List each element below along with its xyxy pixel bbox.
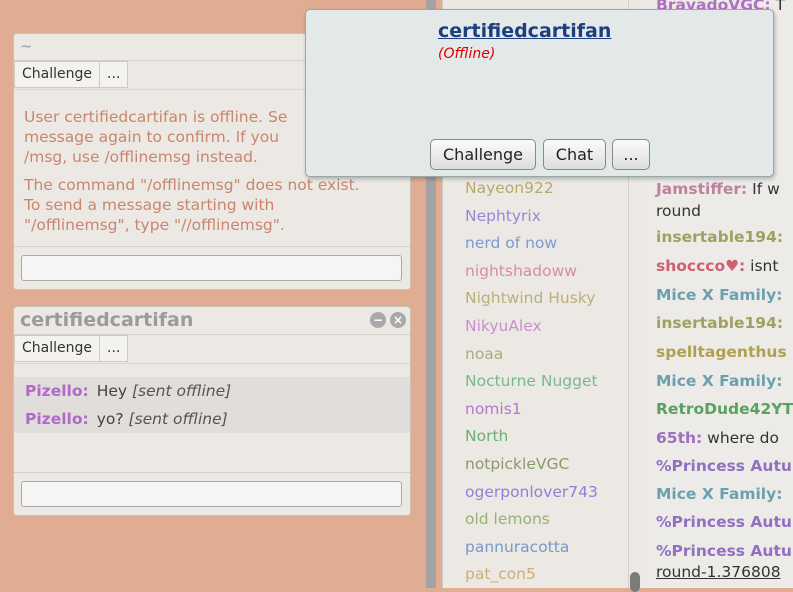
chat-line: shoccco♥: isnt: [656, 257, 778, 275]
chat-button[interactable]: Chat: [543, 139, 606, 170]
pm-input-area: [14, 472, 410, 515]
chat-text: round: [656, 202, 702, 220]
chat-text: If w: [747, 180, 780, 198]
chat-line: %Princess Autu: [656, 457, 792, 475]
popup-username[interactable]: certifiedcartifan: [438, 20, 611, 42]
pm-message-log: Pizello: Hey [sent offline] Pizello: yo? […: [14, 363, 410, 475]
challenge-button[interactable]: Challenge: [430, 139, 536, 170]
chat-username[interactable]: %Princess Autu: [656, 542, 792, 560]
chat-username[interactable]: 65th:: [656, 429, 702, 447]
challenge-button[interactable]: Challenge: [14, 335, 100, 362]
chat-line: round: [656, 202, 701, 220]
chat-line: %Princess Autu: [656, 513, 792, 531]
chat-username[interactable]: Pizello:: [25, 410, 89, 428]
user-list-item[interactable]: Nephtyrix: [443, 203, 629, 231]
chat-username[interactable]: Mice X Family:: [656, 372, 782, 390]
chat-text: Hey [sent offline]: [96, 382, 232, 400]
chat-text: isnt: [745, 257, 779, 275]
popup-status: (Offline): [438, 46, 496, 62]
chat-username[interactable]: shoccco♥:: [656, 257, 745, 275]
pm-message-input[interactable]: [21, 481, 402, 507]
pm-window-username[interactable]: certifiedcartifan: [20, 309, 193, 331]
chat-text: round-1.376808: [656, 563, 781, 581]
system-message-line: To send a message starting with: [24, 196, 275, 214]
user-list-item[interactable]: Nayeon922: [443, 175, 629, 203]
close-icon[interactable]: ×: [390, 312, 406, 328]
system-message-line: The command "/offlinemsg" does not exist…: [24, 176, 360, 194]
chat-text: yo? [sent offline]: [96, 410, 228, 428]
scrollbar-thumb[interactable]: [630, 572, 640, 592]
sent-offline-note: [sent offline]: [128, 410, 228, 428]
pm-window-controls: − ×: [370, 312, 406, 328]
chat-text: where do: [702, 429, 779, 447]
user-list-item[interactable]: NikyuAlex: [443, 313, 629, 341]
chat-line: round-1.376808: [656, 563, 781, 581]
chat-username[interactable]: Mice X Family:: [656, 485, 782, 503]
user-list-item[interactable]: North: [443, 423, 629, 451]
chat-username[interactable]: insertable194:: [656, 228, 783, 246]
chat-line: Jamstiffer: If w: [656, 180, 780, 198]
user-list-item[interactable]: pat_con5: [443, 561, 629, 589]
chat-line: insertable194:: [656, 228, 783, 246]
system-message-line: "/offlinemsg", type "//offlinemsg".: [24, 216, 285, 234]
chat-username[interactable]: Jamstiffer:: [656, 180, 747, 198]
chat-line: spelltagenthus: [656, 343, 787, 361]
more-button[interactable]: ...: [99, 335, 129, 362]
chat-username[interactable]: Mice X Family:: [656, 286, 782, 304]
chat-line: %Princess Autu: [656, 542, 792, 560]
user-list-item[interactable]: Nocturne Nugget: [443, 368, 629, 396]
user-list-item[interactable]: nightshadoww: [443, 258, 629, 286]
chat-username[interactable]: %Princess Autu: [656, 513, 792, 531]
chat-username[interactable]: Pizello:: [25, 382, 89, 400]
chat-message: Pizello: Hey [sent offline]: [14, 377, 410, 405]
pm-window-title: certifiedcartifan − ×: [14, 307, 410, 334]
user-list-item[interactable]: noaa: [443, 341, 629, 369]
more-button[interactable]: ...: [612, 139, 650, 170]
minimize-icon[interactable]: −: [370, 312, 386, 328]
user-list-item[interactable]: notpickleVGC: [443, 451, 629, 479]
sent-offline-note: [sent offline]: [132, 382, 232, 400]
challenge-button[interactable]: Challenge: [14, 61, 100, 88]
user-list-item[interactable]: pannuracotta: [443, 534, 629, 562]
chat-message: Pizello: yo? [sent offline]: [14, 405, 410, 433]
user-list-item[interactable]: ogerponlover743: [443, 479, 629, 507]
pm-input-area: [14, 246, 410, 289]
chat-line: RetroDude42YT: [656, 400, 793, 418]
chat-line: insertable194:: [656, 314, 783, 332]
user-popup: certifiedcartifan (Offline) Challenge Ch…: [305, 9, 774, 177]
pm-window-certifiedcartifan: certifiedcartifan − × Challenge ... Pize…: [13, 306, 411, 516]
chat-username[interactable]: RetroDude42YT: [656, 400, 793, 418]
pm-button-bar: Challenge ...: [14, 334, 410, 363]
chat-username[interactable]: insertable194:: [656, 314, 783, 332]
chat-username[interactable]: spelltagenthus: [656, 343, 787, 361]
chat-line: 65th: where do: [656, 429, 779, 447]
chat-line: Mice X Family:: [656, 286, 782, 304]
more-button[interactable]: ...: [99, 61, 129, 88]
system-message: The command "/offlinemsg" does not exist…: [14, 175, 410, 235]
pm-message-input[interactable]: [21, 255, 402, 281]
user-list-item[interactable]: Nightwind Husky: [443, 285, 629, 313]
chat-username[interactable]: %Princess Autu: [656, 457, 792, 475]
user-list-item[interactable]: nerd of now: [443, 230, 629, 258]
user-list-items: Nayeon922 Nephtyrix nerd of now nightshadow…: [443, 175, 629, 589]
user-list-item[interactable]: nomis1: [443, 396, 629, 424]
chat-line: Mice X Family:: [656, 372, 782, 390]
chat-line: Mice X Family:: [656, 485, 782, 503]
user-list-item[interactable]: old lemons: [443, 506, 629, 534]
